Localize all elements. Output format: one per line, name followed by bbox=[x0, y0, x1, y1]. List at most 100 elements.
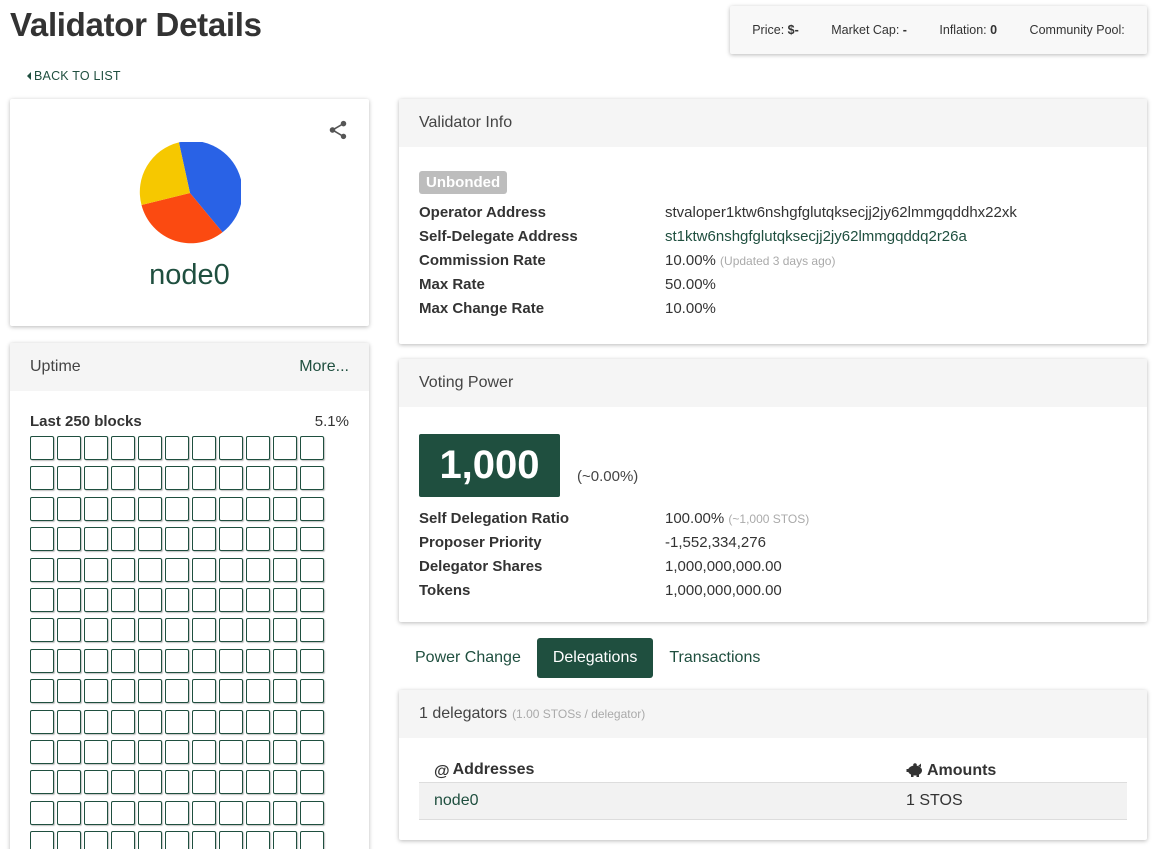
price-item: Price: $- bbox=[752, 23, 799, 37]
uptime-block bbox=[165, 709, 189, 734]
kv-key: Self-Delegate Address bbox=[419, 228, 578, 245]
uptime-block bbox=[192, 496, 216, 521]
uptime-block bbox=[246, 436, 270, 460]
uptime-block bbox=[30, 800, 54, 825]
uptime-block bbox=[111, 739, 135, 764]
uptime-block bbox=[138, 618, 162, 643]
back-to-list-link[interactable]: BACK TO LIST bbox=[27, 69, 121, 83]
commission-rate-row: Commission Rate 10.00% (Updated 3 days a… bbox=[419, 249, 1127, 273]
self-delegate-address-link[interactable]: st1ktw6nshgfglutqksecjj2jy62lmmgqddq2r26… bbox=[665, 225, 967, 249]
uptime-block bbox=[300, 648, 324, 673]
uptime-block bbox=[300, 770, 324, 795]
uptime-title: Uptime bbox=[30, 358, 81, 375]
uptime-block bbox=[57, 618, 81, 643]
inflation-item: Inflation: 0 bbox=[939, 23, 998, 37]
operator-address-value: stvaloper1ktw6nshgfglutqksecjj2jy62lmmgq… bbox=[665, 204, 1017, 221]
tab-transactions[interactable]: Transactions bbox=[653, 638, 776, 678]
validator-info-card: Validator Info Unbonded Operator Address… bbox=[399, 99, 1147, 344]
uptime-block bbox=[165, 648, 189, 673]
proposer-priority-row: Proposer Priority -1,552,334,276 bbox=[419, 531, 1127, 555]
uptime-block bbox=[300, 587, 324, 612]
uptime-more-link[interactable]: More... bbox=[299, 358, 349, 376]
self-delegation-ratio-row: Self Delegation Ratio 100.00% (~1,000 ST… bbox=[419, 507, 1127, 531]
uptime-block bbox=[165, 831, 189, 849]
uptime-block bbox=[273, 679, 297, 704]
uptime-block bbox=[30, 679, 54, 704]
at-icon: @ bbox=[434, 762, 450, 780]
uptime-header: Uptime More... bbox=[10, 343, 369, 391]
uptime-block bbox=[165, 466, 189, 491]
uptime-block bbox=[84, 739, 108, 764]
uptime-block bbox=[111, 587, 135, 612]
uptime-block bbox=[273, 800, 297, 825]
tab-delegations[interactable]: Delegations bbox=[536, 638, 654, 678]
uptime-block bbox=[84, 436, 108, 460]
voting-power-card: Voting Power 1,000 (~0.00%) Self Delegat… bbox=[399, 359, 1147, 622]
uptime-block bbox=[84, 709, 108, 734]
uptime-block bbox=[300, 618, 324, 643]
uptime-block bbox=[57, 557, 81, 582]
kv-key: Delegator Shares bbox=[419, 558, 543, 575]
uptime-block bbox=[192, 557, 216, 582]
uptime-block bbox=[219, 587, 243, 612]
uptime-block bbox=[138, 527, 162, 552]
max-change-rate-value: 10.00% bbox=[665, 300, 716, 317]
uptime-block bbox=[246, 800, 270, 825]
uptime-block bbox=[30, 436, 54, 460]
max-rate-value: 50.00% bbox=[665, 276, 716, 293]
uptime-block bbox=[219, 496, 243, 521]
uptime-block bbox=[300, 800, 324, 825]
validator-info-header: Validator Info bbox=[399, 99, 1147, 147]
uptime-block bbox=[138, 770, 162, 795]
uptime-block bbox=[84, 527, 108, 552]
share-icon[interactable] bbox=[327, 119, 349, 141]
uptime-block bbox=[246, 831, 270, 849]
uptime-block bbox=[30, 618, 54, 643]
uptime-block bbox=[192, 800, 216, 825]
uptime-block bbox=[192, 587, 216, 612]
validator-moniker: node0 bbox=[149, 259, 230, 291]
uptime-block bbox=[57, 466, 81, 491]
uptime-block bbox=[30, 496, 54, 521]
uptime-block bbox=[219, 770, 243, 795]
uptime-block bbox=[300, 527, 324, 552]
uptime-block bbox=[30, 648, 54, 673]
uptime-block bbox=[30, 739, 54, 764]
uptime-block bbox=[300, 436, 324, 460]
validator-avatar bbox=[139, 142, 241, 244]
uptime-block bbox=[84, 466, 108, 491]
uptime-block bbox=[111, 831, 135, 849]
uptime-block bbox=[246, 466, 270, 491]
uptime-block bbox=[165, 436, 189, 460]
uptime-block bbox=[300, 466, 324, 491]
kv-key: Operator Address bbox=[419, 204, 546, 221]
uptime-block bbox=[165, 800, 189, 825]
uptime-block bbox=[111, 466, 135, 491]
voting-power-header: Voting Power bbox=[399, 359, 1147, 407]
kv-key: Self Delegation Ratio bbox=[419, 510, 570, 527]
uptime-block bbox=[165, 739, 189, 764]
delegator-address-link[interactable]: node0 bbox=[419, 782, 891, 820]
uptime-block bbox=[192, 466, 216, 491]
market-info-bar: Price: $- Market Cap: - Inflation: 0 Com… bbox=[730, 6, 1147, 54]
uptime-card: Uptime More... Last 250 blocks 5.1% bbox=[10, 343, 369, 849]
tab-power-change[interactable]: Power Change bbox=[399, 638, 537, 678]
self-delegate-address-row: Self-Delegate Address st1ktw6nshgfglutqk… bbox=[419, 225, 1127, 249]
uptime-block bbox=[192, 618, 216, 643]
uptime-block bbox=[111, 770, 135, 795]
uptime-block bbox=[246, 648, 270, 673]
uptime-block bbox=[138, 800, 162, 825]
uptime-block bbox=[219, 800, 243, 825]
uptime-block bbox=[138, 679, 162, 704]
uptime-block bbox=[57, 770, 81, 795]
uptime-block bbox=[246, 679, 270, 704]
uptime-block bbox=[192, 709, 216, 734]
uptime-block bbox=[219, 739, 243, 764]
uptime-block bbox=[30, 770, 54, 795]
uptime-block bbox=[138, 587, 162, 612]
uptime-block bbox=[111, 679, 135, 704]
tokens-row: Tokens 1,000,000,000.00 bbox=[419, 579, 1127, 603]
uptime-block bbox=[111, 648, 135, 673]
uptime-block bbox=[165, 527, 189, 552]
delegation-amount: 1 STOS bbox=[891, 782, 1127, 820]
